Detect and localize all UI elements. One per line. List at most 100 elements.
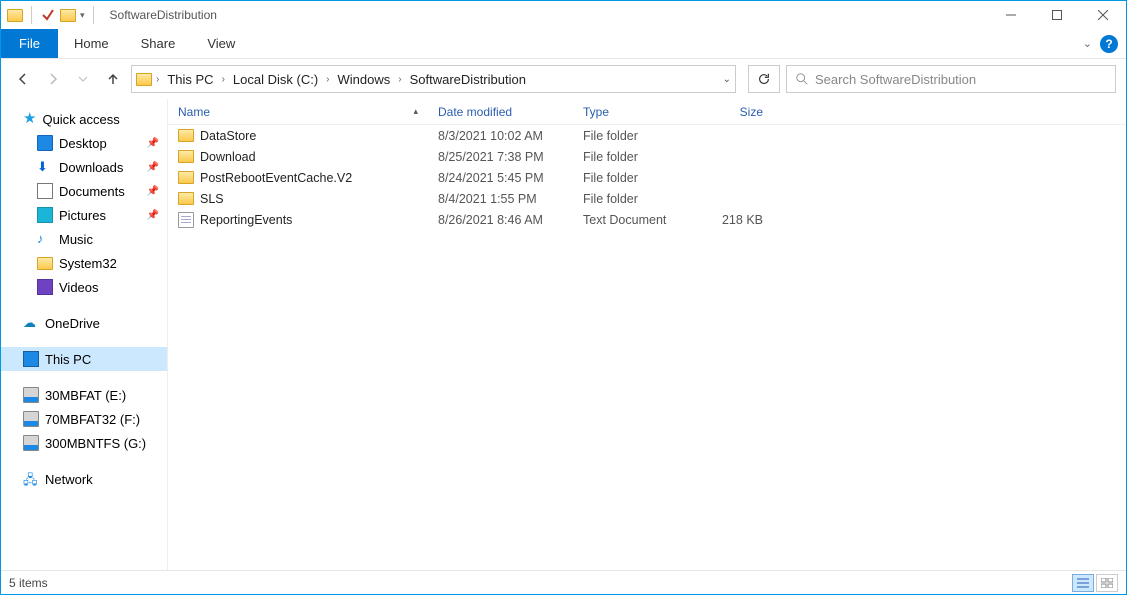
sidebar-item-pictures[interactable]: Pictures 📌 xyxy=(1,203,167,227)
sidebar-item-network[interactable]: 🖧 Network xyxy=(1,467,167,491)
file-type: File folder xyxy=(573,129,693,143)
documents-icon xyxy=(37,183,53,199)
music-icon: ♪ xyxy=(37,231,53,247)
sidebar-item-drive-e[interactable]: 30MBFAT (E:) xyxy=(1,383,167,407)
chevron-right-icon[interactable]: › xyxy=(218,74,229,85)
sidebar-item-label: Downloads xyxy=(59,160,123,175)
column-size[interactable]: Size xyxy=(693,99,773,124)
file-list-pane: Name▴ Date modified Type Size DataStore8… xyxy=(167,99,1126,570)
desktop-icon xyxy=(37,135,53,151)
status-item-count: 5 items xyxy=(9,576,48,590)
crumb-local-disk[interactable]: Local Disk (C:) xyxy=(229,66,322,92)
ribbon: File Home Share View ⌄ ? xyxy=(1,29,1126,59)
file-type: Text Document xyxy=(573,213,693,227)
drive-icon xyxy=(23,411,39,427)
sidebar-item-downloads[interactable]: ⬇ Downloads 📌 xyxy=(1,155,167,179)
chevron-right-icon[interactable]: › xyxy=(322,74,333,85)
sidebar-item-label: 30MBFAT (E:) xyxy=(45,388,126,403)
properties-icon[interactable] xyxy=(40,7,56,23)
sidebar-item-label: Network xyxy=(45,472,93,487)
sidebar-item-music[interactable]: ♪ Music xyxy=(1,227,167,251)
file-tab[interactable]: File xyxy=(1,29,58,58)
pin-icon: 📌 xyxy=(147,210,159,221)
app-icon xyxy=(7,9,23,22)
sidebar-item-videos[interactable]: Videos xyxy=(1,275,167,299)
view-large-icons-button[interactable] xyxy=(1096,574,1118,592)
sidebar-item-label: Music xyxy=(59,232,93,247)
folder-icon xyxy=(37,257,53,270)
search-box[interactable] xyxy=(786,65,1116,93)
view-details-button[interactable] xyxy=(1072,574,1094,592)
search-input[interactable] xyxy=(815,72,1107,87)
sidebar-item-drive-g[interactable]: 300MBNTFS (G:) xyxy=(1,431,167,455)
new-folder-icon[interactable] xyxy=(60,9,76,22)
onedrive-icon: ☁ xyxy=(23,315,39,331)
file-type: File folder xyxy=(573,150,693,164)
menu-share[interactable]: Share xyxy=(125,29,192,58)
file-date: 8/25/2021 7:38 PM xyxy=(428,150,573,164)
address-bar[interactable]: › This PC › Local Disk (C:) › Windows › … xyxy=(131,65,736,93)
folder-icon xyxy=(178,150,194,163)
qat-separator xyxy=(31,6,32,24)
back-button[interactable] xyxy=(11,67,35,91)
column-type[interactable]: Type xyxy=(573,99,693,124)
file-rows: DataStore8/3/2021 10:02 AMFile folderDow… xyxy=(168,125,1126,570)
close-button[interactable] xyxy=(1080,1,1126,29)
address-row: › This PC › Local Disk (C:) › Windows › … xyxy=(1,59,1126,99)
sidebar-item-label: This PC xyxy=(45,352,91,367)
chevron-right-icon[interactable]: › xyxy=(394,74,405,85)
videos-icon xyxy=(37,279,53,295)
pictures-icon xyxy=(37,207,53,223)
qat-separator-2 xyxy=(93,6,94,24)
search-icon xyxy=(795,72,809,86)
sidebar-item-documents[interactable]: Documents 📌 xyxy=(1,179,167,203)
address-icon xyxy=(136,73,152,86)
file-name: SLS xyxy=(200,192,224,206)
column-name[interactable]: Name▴ xyxy=(168,99,428,124)
explorer-window: ▾ SoftwareDistribution File Home Share V… xyxy=(0,0,1127,595)
menu-home[interactable]: Home xyxy=(58,29,125,58)
downloads-icon: ⬇ xyxy=(37,159,53,175)
menu-view[interactable]: View xyxy=(191,29,251,58)
file-row[interactable]: SLS8/4/2021 1:55 PMFile folder xyxy=(168,188,1126,209)
column-date[interactable]: Date modified xyxy=(428,99,573,124)
help-icon[interactable]: ? xyxy=(1100,35,1118,53)
forward-button[interactable] xyxy=(41,67,65,91)
file-date: 8/24/2021 5:45 PM xyxy=(428,171,573,185)
minimize-button[interactable] xyxy=(988,1,1034,29)
file-date: 8/3/2021 10:02 AM xyxy=(428,129,573,143)
refresh-button[interactable] xyxy=(748,65,780,93)
sidebar-item-onedrive[interactable]: ☁ OneDrive xyxy=(1,311,167,335)
crumb-windows[interactable]: Windows xyxy=(334,66,395,92)
sidebar-item-quick-access[interactable]: ★ Quick access xyxy=(1,107,167,131)
file-row[interactable]: DataStore8/3/2021 10:02 AMFile folder xyxy=(168,125,1126,146)
folder-icon xyxy=(178,192,194,205)
file-name: ReportingEvents xyxy=(200,213,292,227)
file-row[interactable]: PostRebootEventCache.V28/24/2021 5:45 PM… xyxy=(168,167,1126,188)
sidebar-item-label: 300MBNTFS (G:) xyxy=(45,436,146,451)
chevron-right-icon[interactable]: › xyxy=(152,74,163,85)
folder-icon xyxy=(178,171,194,184)
maximize-button[interactable] xyxy=(1034,1,1080,29)
recent-locations-button[interactable] xyxy=(71,67,95,91)
sidebar-item-label: Documents xyxy=(59,184,125,199)
qat-dropdown-icon[interactable]: ▾ xyxy=(80,10,85,21)
sidebar-item-label: Desktop xyxy=(59,136,107,151)
file-row[interactable]: ReportingEvents8/26/2021 8:46 AMText Doc… xyxy=(168,209,1126,230)
sidebar-item-desktop[interactable]: Desktop 📌 xyxy=(1,131,167,155)
sidebar-item-drive-f[interactable]: 70MBFAT32 (F:) xyxy=(1,407,167,431)
up-button[interactable] xyxy=(101,67,125,91)
sidebar-item-label: System32 xyxy=(59,256,117,271)
file-row[interactable]: Download 8/25/2021 7:38 PMFile folder xyxy=(168,146,1126,167)
sort-ascending-icon: ▴ xyxy=(413,106,418,117)
column-headers: Name▴ Date modified Type Size xyxy=(168,99,1126,125)
crumb-softwaredistribution[interactable]: SoftwareDistribution xyxy=(406,66,530,92)
file-name: Download xyxy=(200,150,256,164)
sidebar-item-this-pc[interactable]: This PC xyxy=(1,347,167,371)
text-document-icon xyxy=(178,212,194,228)
crumb-this-pc[interactable]: This PC xyxy=(163,66,217,92)
ribbon-expand-icon[interactable]: ⌄ xyxy=(1083,37,1092,50)
address-dropdown-icon[interactable]: ⌄ xyxy=(723,74,731,85)
title-bar: ▾ SoftwareDistribution xyxy=(1,1,1126,29)
sidebar-item-system32[interactable]: System32 xyxy=(1,251,167,275)
